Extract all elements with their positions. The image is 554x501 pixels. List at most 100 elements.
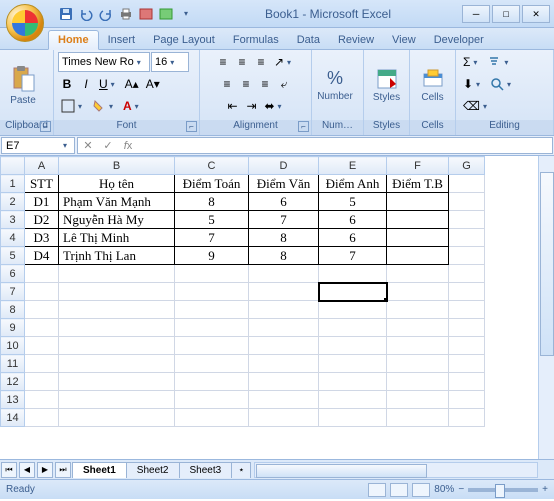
tab-review[interactable]: Review xyxy=(329,31,383,49)
tab-home[interactable]: Home xyxy=(48,30,99,50)
cell-B6[interactable] xyxy=(59,265,175,283)
new-sheet-button[interactable]: ⋆ xyxy=(231,462,251,478)
cell-B9[interactable] xyxy=(59,319,175,337)
cell-E4[interactable]: 6 xyxy=(319,229,387,247)
border-button[interactable]: ▾ xyxy=(58,96,88,116)
redo-icon[interactable] xyxy=(98,6,114,22)
tab-view[interactable]: View xyxy=(383,31,425,49)
view-page-layout-button[interactable] xyxy=(390,483,408,497)
cell-C6[interactable] xyxy=(175,265,249,283)
row-header-10[interactable]: 10 xyxy=(1,337,25,355)
cell-G10[interactable] xyxy=(449,337,485,355)
cell-F9[interactable] xyxy=(387,319,449,337)
cell-G14[interactable] xyxy=(449,409,485,427)
cell-D10[interactable] xyxy=(249,337,319,355)
col-header-C[interactable]: C xyxy=(175,157,249,175)
cell-F6[interactable] xyxy=(387,265,449,283)
save-icon[interactable] xyxy=(58,6,74,22)
cell-F7[interactable] xyxy=(387,283,449,301)
row-header-3[interactable]: 3 xyxy=(1,211,25,229)
increase-font-button[interactable]: A▴ xyxy=(122,74,142,94)
cell-G4[interactable] xyxy=(449,229,485,247)
sheet-tab-3[interactable]: Sheet3 xyxy=(179,462,233,478)
cell-C10[interactable] xyxy=(175,337,249,355)
decrease-indent-button[interactable]: ⇤ xyxy=(223,96,241,116)
dialog-launcher-icon[interactable]: ⌐ xyxy=(298,121,309,132)
row-header-7[interactable]: 7 xyxy=(1,283,25,301)
qat-item-icon[interactable] xyxy=(138,6,154,22)
zoom-in-button[interactable]: + xyxy=(542,484,548,495)
office-button[interactable] xyxy=(6,4,44,42)
row-header-6[interactable]: 6 xyxy=(1,265,25,283)
cell-A14[interactable] xyxy=(25,409,59,427)
fx-icon[interactable]: fx xyxy=(118,140,138,152)
cell-B2[interactable]: Phạm Văn Mạnh xyxy=(59,193,175,211)
font-color-button[interactable]: A▾ xyxy=(120,96,145,116)
col-header-G[interactable]: G xyxy=(449,157,485,175)
cell-A4[interactable]: D3 xyxy=(25,229,59,247)
row-header-9[interactable]: 9 xyxy=(1,319,25,337)
cell-C7[interactable] xyxy=(175,283,249,301)
cell-F1[interactable]: Điểm T.B xyxy=(387,175,449,193)
row-header-1[interactable]: 1 xyxy=(1,175,25,193)
worksheet[interactable]: ABCDEFG1STTHọ tênĐiểm ToánĐiểm VănĐiểm A… xyxy=(0,156,554,459)
cell-E3[interactable]: 6 xyxy=(319,211,387,229)
paste-button[interactable]: Paste xyxy=(4,53,42,117)
row-header-12[interactable]: 12 xyxy=(1,373,25,391)
cell-F2[interactable] xyxy=(387,193,449,211)
zoom-out-button[interactable]: − xyxy=(458,484,464,495)
name-box[interactable]: E7▾ xyxy=(1,137,75,154)
cell-B10[interactable] xyxy=(59,337,175,355)
cell-F11[interactable] xyxy=(387,355,449,373)
view-normal-button[interactable] xyxy=(368,483,386,497)
autosum-button[interactable]: Σ▾ xyxy=(460,52,483,72)
cell-E7[interactable] xyxy=(319,283,387,301)
cell-B11[interactable] xyxy=(59,355,175,373)
font-size-combo[interactable]: 16▾ xyxy=(151,52,189,72)
sheet-nav-first[interactable]: ⏮ xyxy=(1,462,17,478)
cell-G9[interactable] xyxy=(449,319,485,337)
sheet-nav-prev[interactable]: ◀ xyxy=(19,462,35,478)
horizontal-scrollbar[interactable] xyxy=(254,462,538,478)
cell-F4[interactable] xyxy=(387,229,449,247)
cell-D5[interactable]: 8 xyxy=(249,247,319,265)
decrease-font-button[interactable]: A▾ xyxy=(143,74,163,94)
cell-A7[interactable] xyxy=(25,283,59,301)
cell-G13[interactable] xyxy=(449,391,485,409)
cell-D13[interactable] xyxy=(249,391,319,409)
cell-D14[interactable] xyxy=(249,409,319,427)
cell-A13[interactable] xyxy=(25,391,59,409)
sheet-nav-last[interactable]: ⏭ xyxy=(55,462,71,478)
cell-A1[interactable]: STT xyxy=(25,175,59,193)
cell-G8[interactable] xyxy=(449,301,485,319)
cell-A5[interactable]: D4 xyxy=(25,247,59,265)
cell-D4[interactable]: 8 xyxy=(249,229,319,247)
cell-B5[interactable]: Trịnh Thị Lan xyxy=(59,247,175,265)
zoom-slider[interactable] xyxy=(468,488,538,492)
print-icon[interactable] xyxy=(118,6,134,22)
cell-D1[interactable]: Điểm Văn xyxy=(249,175,319,193)
cell-G5[interactable] xyxy=(449,247,485,265)
cell-E12[interactable] xyxy=(319,373,387,391)
font-family-combo[interactable]: Times New Ro▾ xyxy=(58,52,150,72)
find-button[interactable]: ▾ xyxy=(487,74,517,94)
cell-C8[interactable] xyxy=(175,301,249,319)
cell-A11[interactable] xyxy=(25,355,59,373)
row-header-11[interactable]: 11 xyxy=(1,355,25,373)
tab-developer[interactable]: Developer xyxy=(425,31,493,49)
row-header-13[interactable]: 13 xyxy=(1,391,25,409)
cell-G2[interactable] xyxy=(449,193,485,211)
col-header-E[interactable]: E xyxy=(319,157,387,175)
cell-D3[interactable]: 7 xyxy=(249,211,319,229)
tab-page-layout[interactable]: Page Layout xyxy=(144,31,224,49)
cell-B7[interactable] xyxy=(59,283,175,301)
cell-F12[interactable] xyxy=(387,373,449,391)
row-header-14[interactable]: 14 xyxy=(1,409,25,427)
fill-color-button[interactable]: ▾ xyxy=(89,96,119,116)
cell-B1[interactable]: Họ tên xyxy=(59,175,175,193)
cell-G12[interactable] xyxy=(449,373,485,391)
cell-B12[interactable] xyxy=(59,373,175,391)
cell-E9[interactable] xyxy=(319,319,387,337)
cell-C2[interactable]: 8 xyxy=(175,193,249,211)
dialog-launcher-icon[interactable]: ⌐ xyxy=(40,121,51,132)
